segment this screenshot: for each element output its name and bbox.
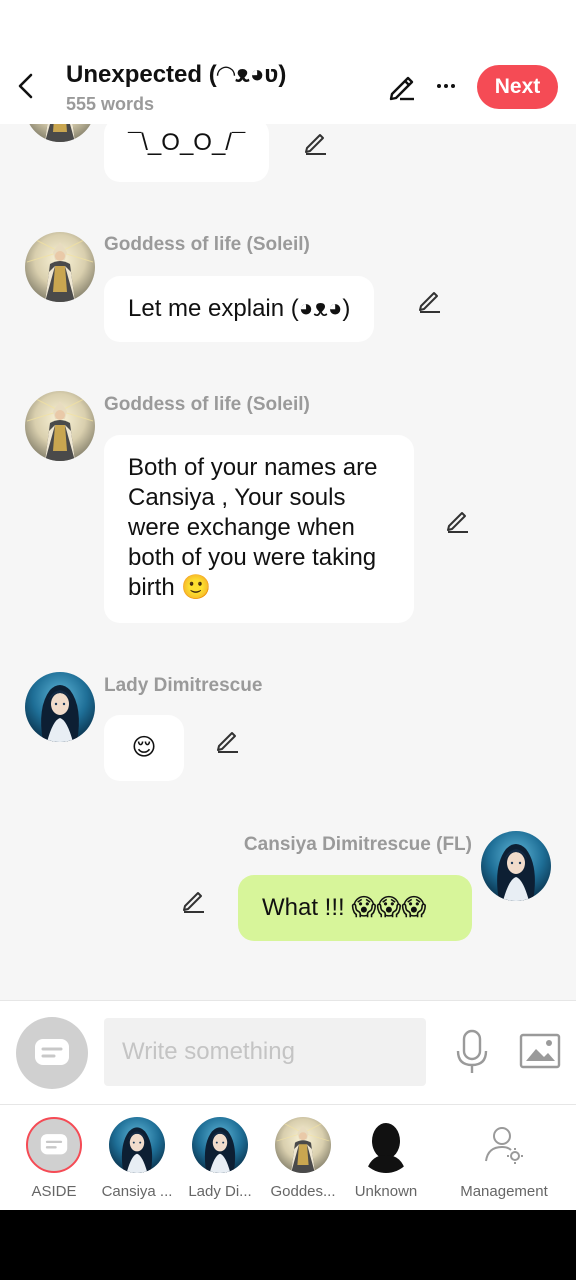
voice-button[interactable] (452, 1027, 492, 1077)
sender-name: Goddess of life (Soleil) (104, 394, 310, 415)
character-lady-dimitrescue[interactable]: Lady Di... (175, 1117, 265, 1200)
chat-bubble-icon (40, 1134, 68, 1155)
character-unknown[interactable]: Unknown (341, 1117, 431, 1200)
system-nav-bar (0, 1210, 576, 1280)
avatar-goddess[interactable] (25, 232, 95, 302)
chevron-left-icon (18, 73, 33, 99)
avatar-goddess[interactable] (25, 124, 95, 142)
message-input[interactable] (104, 1018, 426, 1086)
avatar (275, 1117, 331, 1173)
edit-story-button[interactable] (386, 70, 418, 102)
chat-bubble-icon (35, 1039, 69, 1065)
edit-message-button[interactable] (302, 128, 330, 156)
pencil-icon (302, 128, 330, 156)
edit-message-button[interactable] (444, 506, 472, 534)
more-horizontal-icon (437, 84, 441, 88)
character-label: Cansiya ... (101, 1183, 173, 1200)
character-goddess[interactable]: Goddes... (258, 1117, 348, 1200)
avatar-cansiya[interactable] (481, 831, 551, 901)
message-bubble[interactable]: Let me explain (◕ᴥ◕) (104, 276, 375, 342)
pencil-icon (389, 76, 414, 101)
character-cansiya[interactable]: Cansiya ... (92, 1117, 182, 1200)
composer (0, 1000, 576, 1104)
avatar-goddess[interactable] (25, 391, 95, 461)
message-bubble[interactable]: ¯\_O_O_/¯ (104, 124, 270, 182)
message-bubble[interactable]: 😌 (104, 715, 184, 781)
status-bar (0, 0, 576, 50)
chat-thread[interactable]: ¯\_O_O_/¯ Goddess of life (Soleil) Let m… (0, 124, 576, 1000)
user-settings-icon (476, 1117, 532, 1173)
sender-name: Lady Dimitrescue (104, 675, 263, 696)
image-icon (519, 1033, 561, 1069)
avatar-lady-dimitrescue[interactable] (25, 672, 95, 742)
message-bubble-own[interactable]: What !!! 😱😱😱 (238, 875, 472, 941)
character-label: ASIDE (31, 1183, 77, 1200)
silhouette-avatar (358, 1117, 414, 1173)
edit-message-button[interactable] (214, 726, 242, 754)
microphone-icon (456, 1029, 488, 1073)
character-label: Management (460, 1183, 548, 1200)
back-button[interactable] (10, 68, 42, 104)
avatar (109, 1117, 165, 1173)
word-count: 555 words (66, 94, 155, 114)
next-button[interactable]: Next (477, 65, 558, 109)
message-bubble[interactable]: Both of your names are Cansiya , Your so… (104, 435, 414, 623)
pencil-icon (214, 726, 242, 754)
character-bar: ASIDE Cansiya ... Lady Di... Goddes... U… (0, 1104, 576, 1210)
character-label: Unknown (354, 1183, 418, 1200)
avatar (192, 1117, 248, 1173)
pencil-icon (416, 286, 444, 314)
aside-toggle-button[interactable] (16, 1017, 88, 1089)
character-label: Lady Di... (188, 1183, 252, 1200)
pencil-icon (444, 506, 472, 534)
page-title: Unexpected (◠ᴥ◕ʋ) (66, 61, 287, 88)
sender-name: Cansiya Dimitrescue (FL) (243, 834, 472, 855)
character-aside[interactable]: ASIDE (9, 1117, 99, 1200)
edit-message-button[interactable] (416, 286, 444, 314)
character-label: Goddes... (270, 1183, 336, 1200)
more-button[interactable] (430, 70, 462, 102)
header: Unexpected (◠ᴥ◕ʋ) 555 words Next (0, 50, 576, 124)
character-management[interactable]: Management (459, 1117, 549, 1200)
sender-name: Goddess of life (Soleil) (104, 234, 310, 255)
image-button[interactable] (518, 1031, 562, 1071)
edit-message-button[interactable] (180, 886, 208, 914)
aside-avatar (26, 1117, 82, 1173)
pencil-icon (180, 886, 208, 914)
